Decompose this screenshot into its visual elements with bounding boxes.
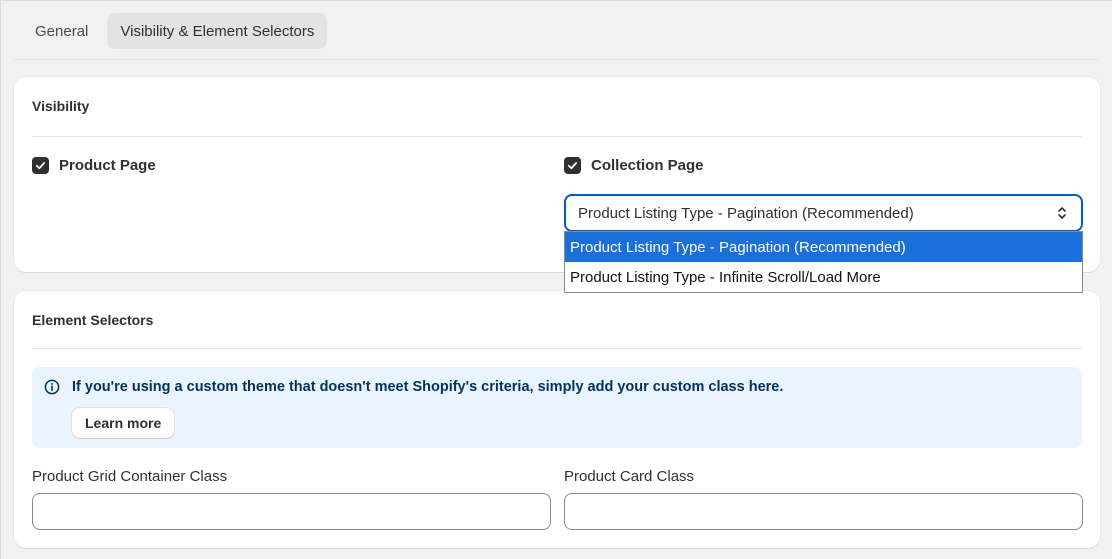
listing-type-dropdown: Product Listing Type - Pagination (Recom…	[564, 231, 1083, 293]
info-banner: If you're using a custom theme that does…	[32, 367, 1082, 448]
collection-page-checkbox-row[interactable]: Collection Page	[564, 157, 704, 174]
tab-divider	[14, 59, 1098, 60]
tab-general[interactable]: General	[22, 13, 101, 49]
info-icon	[44, 379, 60, 395]
listing-type-select[interactable]: Product Listing Type - Pagination (Recom…	[564, 194, 1083, 232]
product-page-checkbox[interactable]	[32, 157, 49, 174]
info-banner-text: If you're using a custom theme that does…	[72, 379, 784, 395]
checkmark-icon	[567, 162, 578, 170]
learn-more-button[interactable]: Learn more	[72, 408, 175, 438]
listing-type-selected-value: Product Listing Type - Pagination (Recom…	[578, 204, 914, 222]
visibility-divider	[32, 136, 1082, 137]
select-chevron-icon	[1058, 207, 1066, 219]
card-class-input[interactable]	[564, 493, 1083, 530]
tab-bar: General Visibility & Element Selectors	[22, 13, 328, 49]
visibility-title: Visibility	[32, 98, 90, 114]
grid-container-class-label: Product Grid Container Class	[32, 468, 228, 485]
checkmark-icon	[35, 162, 46, 170]
listing-option-infinite-scroll[interactable]: Product Listing Type - Infinite Scroll/L…	[565, 262, 1082, 292]
element-selectors-divider	[32, 348, 1082, 349]
tab-visibility-element-selectors[interactable]: Visibility & Element Selectors	[107, 13, 328, 49]
product-page-checkbox-row[interactable]: Product Page	[32, 157, 156, 174]
collection-page-label: Collection Page	[591, 157, 704, 174]
grid-container-class-input[interactable]	[32, 493, 551, 530]
element-selectors-card: Element Selectors If you're using a cust…	[14, 291, 1100, 548]
collection-page-checkbox[interactable]	[564, 157, 581, 174]
card-class-label: Product Card Class	[564, 468, 695, 485]
listing-option-pagination[interactable]: Product Listing Type - Pagination (Recom…	[565, 232, 1082, 262]
element-selectors-title: Element Selectors	[32, 312, 154, 328]
product-page-label: Product Page	[59, 157, 156, 174]
